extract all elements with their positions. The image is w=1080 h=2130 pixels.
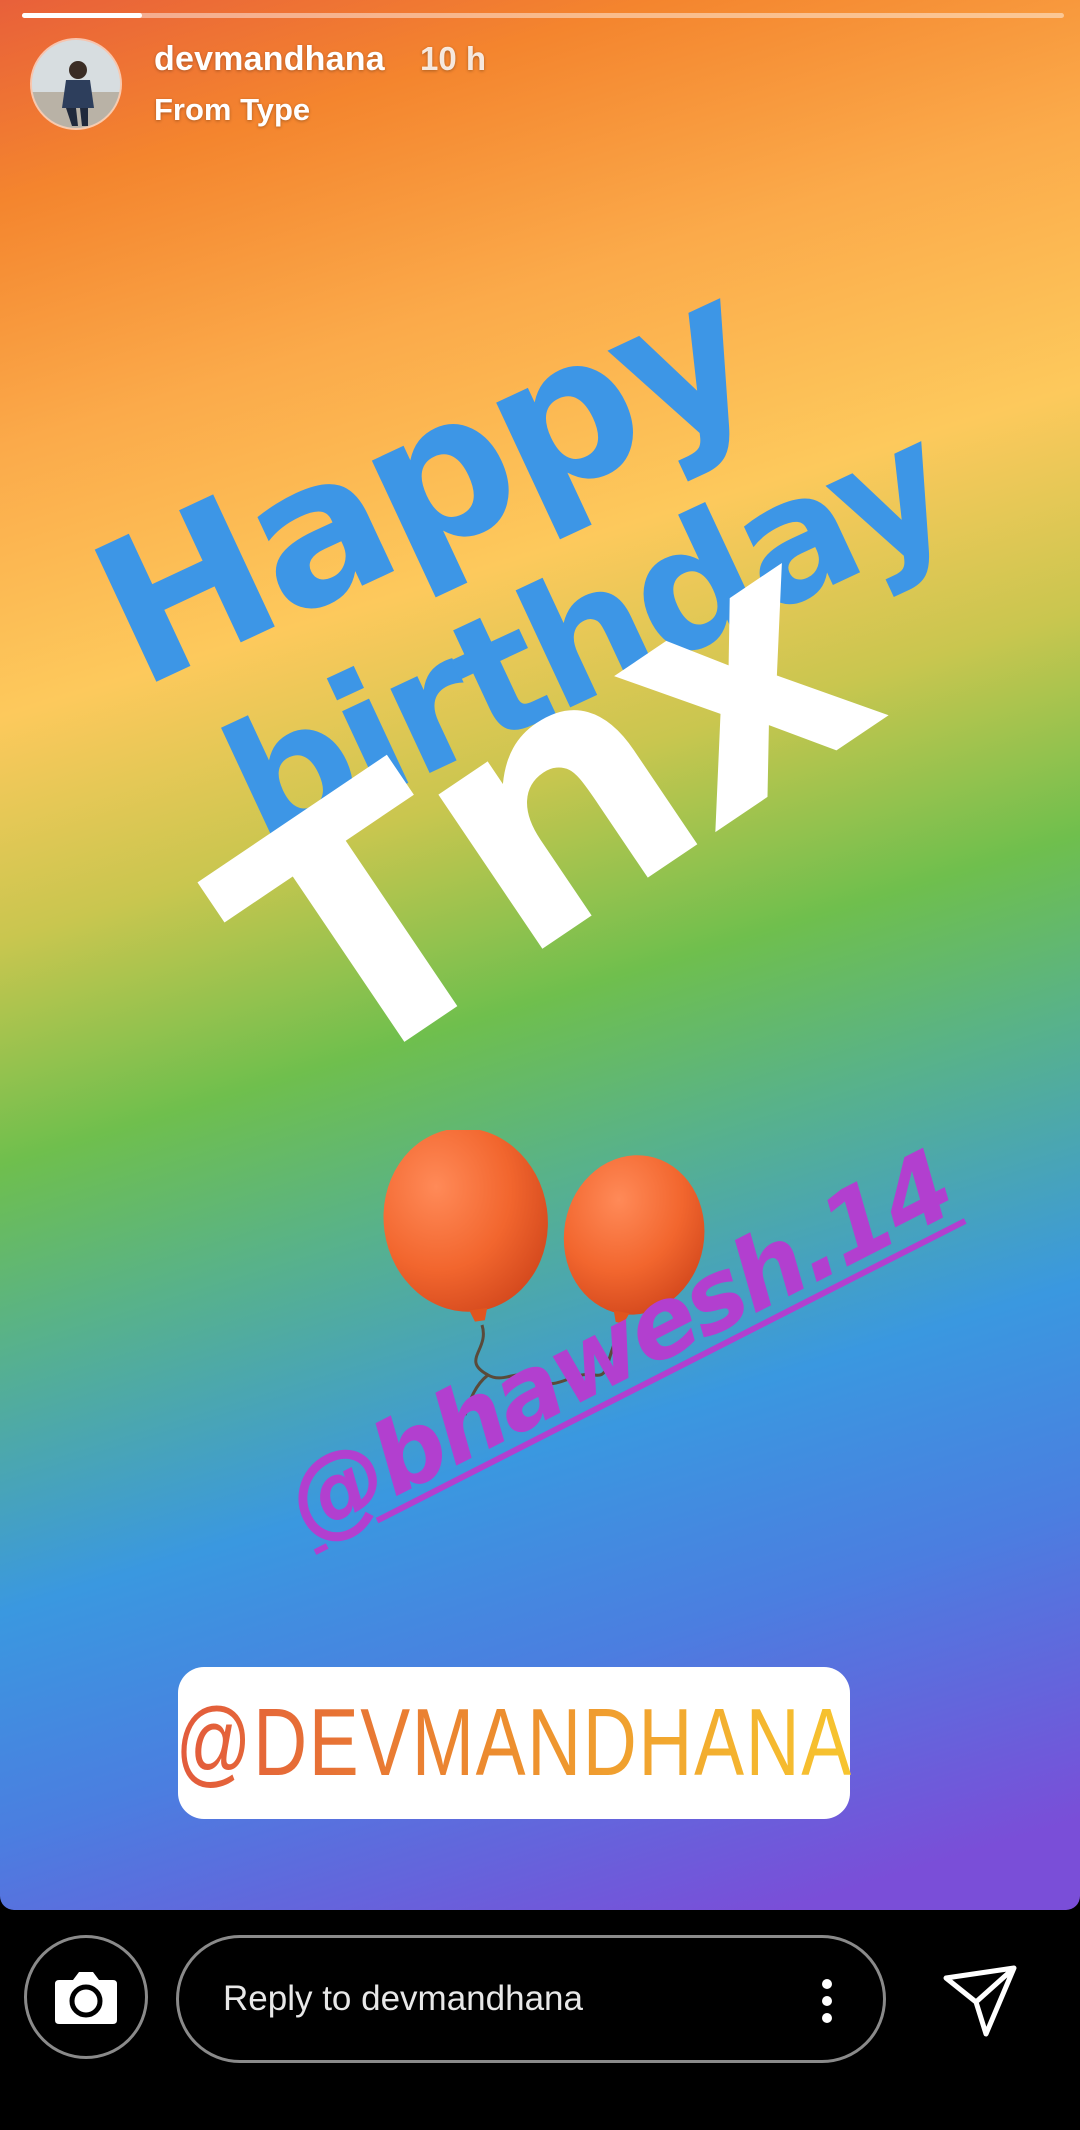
tag-sticker[interactable]: @DEVMANDHANA — [175, 1667, 853, 1819]
story-username[interactable]: devmandhana — [154, 40, 385, 79]
story-progress-bar — [22, 13, 1064, 18]
story-canvas[interactable]: devmandhana 10 h From Type Happy birthda… — [0, 0, 1080, 1910]
reply-input[interactable]: Reply to devmandhana — [176, 1935, 886, 2063]
more-vertical-icon[interactable] — [821, 1978, 833, 2024]
camera-button[interactable] — [24, 1935, 148, 2059]
send-icon[interactable] — [940, 1960, 1020, 2040]
story-source-label[interactable]: From Type — [154, 92, 310, 128]
avatar-image — [32, 40, 120, 128]
story-progress-fill — [22, 13, 142, 18]
avatar[interactable] — [32, 40, 120, 128]
camera-icon — [55, 1972, 117, 2024]
story-timestamp: 10 h — [420, 40, 487, 77]
reply-placeholder: Reply to devmandhana — [223, 1979, 583, 2018]
tag-sticker-text: @DEVMANDHANA — [175, 1689, 853, 1796]
